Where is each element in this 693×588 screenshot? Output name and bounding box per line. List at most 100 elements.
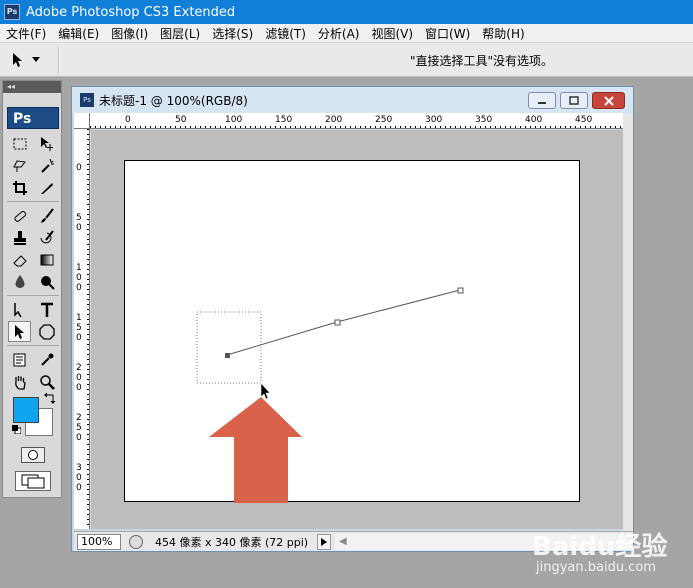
marquee-icon (13, 138, 26, 149)
ruler-label: 0 (76, 223, 82, 233)
tool-row (8, 227, 58, 249)
menu-filter[interactable]: 滤镜(T) (259, 25, 312, 42)
menu-file[interactable]: 文件(F) (0, 25, 52, 42)
tool-row (8, 249, 58, 271)
ruler-label: 0 (125, 115, 131, 125)
shape-icon (38, 323, 55, 340)
dodge-icon (40, 275, 55, 290)
maximize-button[interactable] (560, 92, 588, 109)
document-canvas[interactable] (124, 160, 580, 503)
direct-selection-tool[interactable] (8, 321, 31, 342)
minimize-button[interactable] (528, 92, 556, 109)
gradient-tool[interactable] (35, 249, 58, 270)
canvas-drawing (196, 287, 464, 503)
title-bar: Ps Adobe Photoshop CS3 Extended (0, 0, 693, 24)
work-path (226, 289, 461, 356)
options-bar: "直接选择工具"没有选项。 (0, 43, 693, 77)
swap-colors-icon[interactable] (44, 392, 56, 404)
anchor-point[interactable] (457, 287, 464, 294)
ps-badge[interactable]: Ps (7, 107, 59, 129)
eraser-tool[interactable] (8, 249, 31, 270)
menu-window[interactable]: 窗口(W) (419, 25, 476, 42)
marquee-tool[interactable] (8, 133, 31, 154)
slice-tool[interactable] (35, 177, 58, 198)
crop-tool[interactable] (8, 177, 31, 198)
magic-wand-tool[interactable] (35, 155, 58, 176)
ruler-label: 100 (225, 115, 242, 125)
vertical-ruler[interactable]: 050100150200250300 (74, 129, 90, 529)
zoom-tool[interactable] (35, 371, 58, 392)
horizontal-ruler[interactable]: 0 50 100 150 200 250 300 350 400 450 (90, 113, 623, 129)
menu-help[interactable]: 帮助(H) (476, 25, 530, 42)
scroll-left-icon[interactable]: ◀ (339, 536, 347, 547)
status-menu-button[interactable] (317, 533, 331, 550)
menu-image[interactable]: 图像(I) (105, 25, 154, 42)
blur-tool[interactable] (8, 271, 31, 292)
screen-mode-button[interactable] (15, 471, 51, 491)
toolbox-collapse-handle[interactable]: ◂◂ (3, 81, 61, 93)
options-separator (58, 47, 60, 73)
status-info-icon[interactable] (129, 534, 143, 549)
menu-edit[interactable]: 编辑(E) (52, 25, 105, 42)
ruler-label: 300 (425, 115, 442, 125)
document-window: Ps 未标题-1 @ 100%(RGB/8) 0 50 100 150 200 250 30… (71, 86, 634, 552)
watermark-url: jingyan.baidu.com (536, 560, 656, 575)
path-selection-tool[interactable] (8, 299, 31, 320)
document-ps-icon: Ps (80, 93, 94, 107)
quick-mask-button[interactable] (21, 447, 45, 463)
anchor-point[interactable] (334, 319, 341, 326)
anchor-point-selected[interactable] (225, 353, 230, 358)
chevron-down-icon (32, 57, 40, 62)
tool-row (8, 321, 58, 343)
ruler-label: 0 (76, 433, 82, 443)
type-tool[interactable] (35, 299, 58, 320)
ruler-label: 2 (76, 413, 82, 423)
document-title: 未标题-1 @ 100%(RGB/8) (99, 93, 248, 108)
tool-row (8, 349, 58, 371)
tool-preset-picker[interactable] (10, 50, 54, 70)
crop-icon (12, 180, 27, 195)
tool-row (8, 299, 58, 321)
pasteboard (91, 130, 623, 529)
history-brush-tool[interactable] (35, 227, 58, 248)
ruler-label: 0 (76, 383, 82, 393)
close-button[interactable] (592, 92, 625, 109)
toolbox-divider (7, 201, 59, 202)
ruler-label: 2 (76, 363, 82, 373)
watermark-logo: Baidu经验 (532, 532, 668, 562)
eraser-icon (12, 254, 27, 266)
ruler-label: 3 (76, 463, 82, 473)
notes-tool[interactable] (8, 349, 31, 370)
tool-row (8, 177, 58, 199)
hand-icon (14, 375, 26, 390)
default-colors-icon[interactable] (12, 425, 21, 434)
toolbox-divider (7, 295, 59, 296)
lasso-tool[interactable] (8, 155, 31, 176)
ruler-label: 5 (76, 423, 82, 433)
direct-selection-icon (14, 324, 24, 339)
ruler-label: 400 (525, 115, 542, 125)
menu-layer[interactable]: 图层(L) (154, 25, 206, 42)
shape-tool[interactable] (35, 321, 58, 342)
dodge-tool[interactable] (35, 271, 58, 292)
ruler-label: 350 (475, 115, 492, 125)
foreground-color-swatch[interactable] (13, 397, 39, 423)
menu-view[interactable]: 视图(V) (365, 25, 419, 42)
vertical-scrollbar[interactable] (623, 113, 633, 531)
menu-analysis[interactable]: 分析(A) (312, 25, 366, 42)
gradient-icon (40, 254, 53, 265)
healing-brush-tool[interactable] (8, 205, 31, 226)
minimize-icon (538, 101, 546, 104)
eyedropper-tool[interactable] (35, 349, 58, 370)
toolbox-panel: ◂◂ Ps (2, 80, 62, 498)
brush-tool[interactable] (35, 205, 58, 226)
move-tool[interactable] (35, 133, 58, 154)
menu-select[interactable]: 选择(S) (206, 25, 259, 42)
hand-tool[interactable] (8, 371, 31, 392)
ruler-label: 200 (325, 115, 342, 125)
ruler-label: 0 (76, 163, 82, 173)
ruler-origin[interactable] (74, 113, 90, 129)
zoom-level-field[interactable]: 100% (77, 533, 121, 550)
ruler-label: 1 (76, 313, 82, 323)
clone-stamp-tool[interactable] (8, 227, 31, 248)
